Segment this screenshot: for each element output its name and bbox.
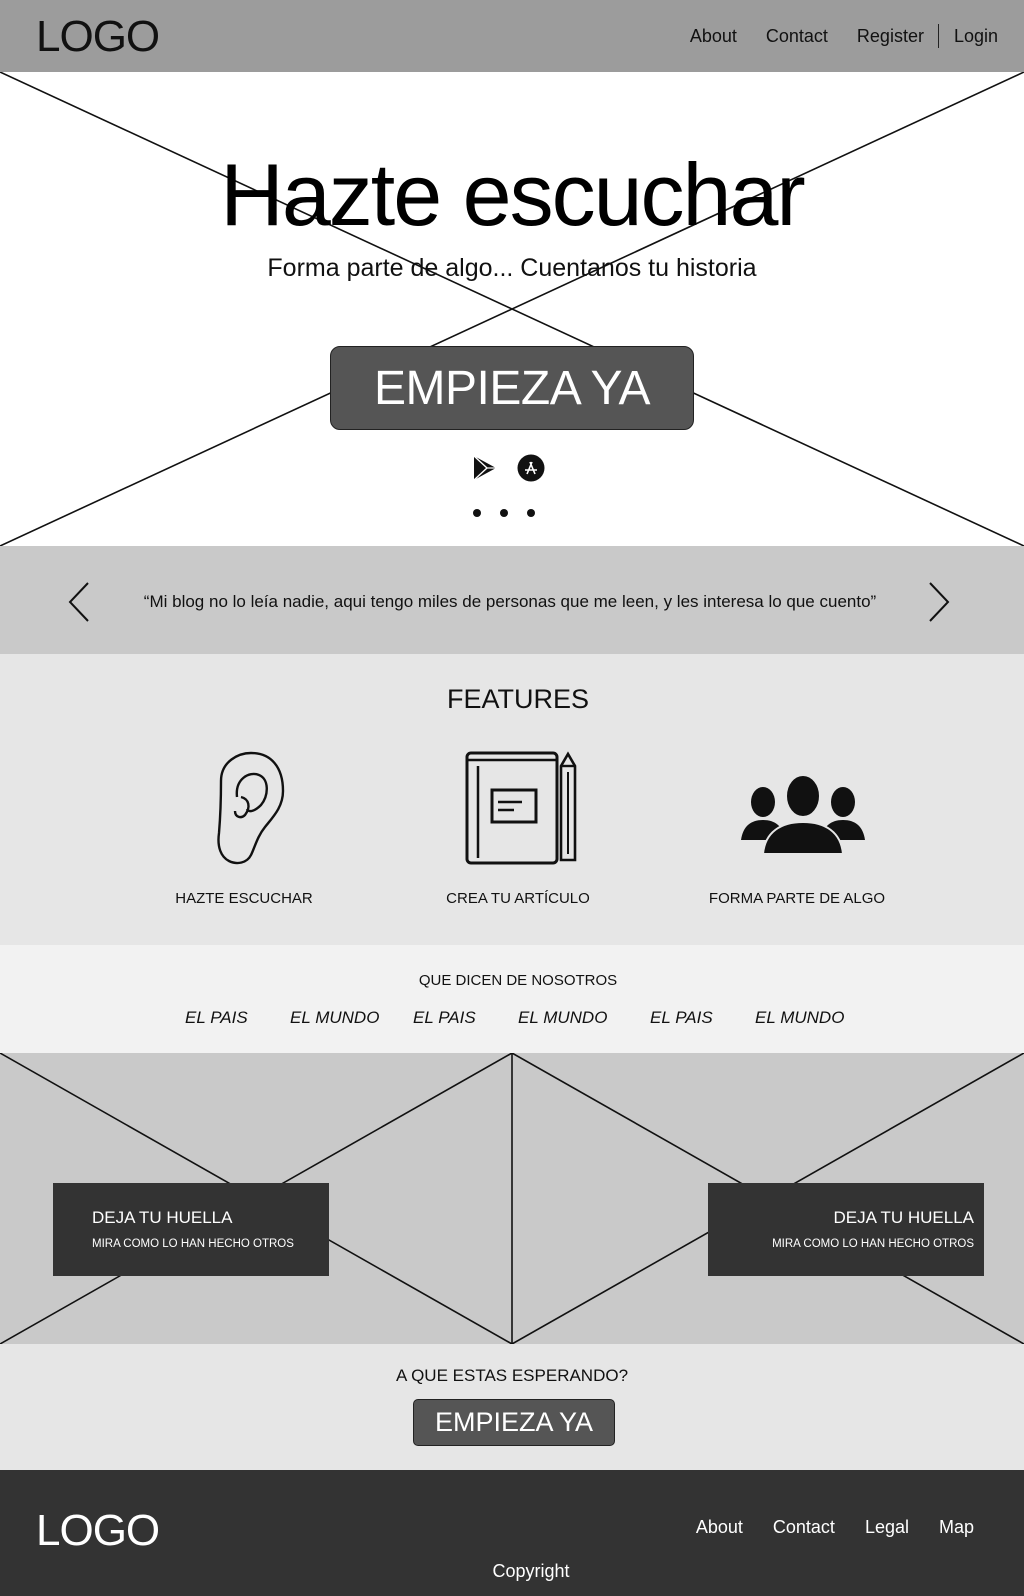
feature-label-hazte-escuchar: HAZTE ESCUCHAR — [175, 890, 313, 907]
nav-contact-link[interactable]: Contact — [766, 26, 828, 47]
carousel-dots — [473, 509, 554, 517]
press-logo: EL MUNDO — [518, 1008, 608, 1027]
app-store-icon[interactable] — [517, 454, 545, 482]
press-logo: EL PAIS — [413, 1008, 476, 1027]
header-logo[interactable]: LOGO — [36, 12, 160, 62]
hero-title: Hazte escuchar — [220, 145, 805, 244]
press-title: QUE DICEN DE NOSOTROS — [418, 972, 618, 989]
nav-divider — [937, 24, 939, 48]
copyright-text: Copyright — [492, 1561, 570, 1581]
group-people-icon — [741, 774, 865, 855]
cta-section: A QUE ESTAS ESPERANDO? EMPIEZA YA — [0, 1344, 1024, 1470]
carousel-dot[interactable] — [500, 509, 508, 517]
chevron-left-icon[interactable] — [66, 580, 92, 624]
chevron-right-icon[interactable] — [926, 580, 952, 624]
footer-legal-link[interactable]: Legal — [865, 1517, 909, 1538]
cta-button[interactable]: EMPIEZA YA — [413, 1399, 615, 1446]
site-footer: LOGO About Contact Legal Map Copyright — [0, 1470, 1024, 1596]
features-title: FEATURES — [446, 684, 589, 714]
notebook-pencil-icon — [465, 751, 577, 865]
hero-cta-button[interactable]: EMPIEZA YA — [330, 346, 694, 430]
footer-nav: About Contact Legal Map — [666, 1517, 974, 1538]
carousel-dot[interactable] — [473, 509, 481, 517]
footer-logo[interactable]: LOGO — [36, 1506, 160, 1556]
testimonial-section: “Mi blog no lo leía nadie, aqui tengo mi… — [0, 546, 1024, 654]
footer-about-link[interactable]: About — [696, 1517, 743, 1538]
hero-section: Hazte escuchar Forma parte de algo... Cu… — [0, 72, 1024, 546]
press-logo: EL MUNDO — [755, 1008, 845, 1027]
showcase-card-title: DEJA TU HUELLA — [833, 1208, 974, 1227]
footer-contact-link[interactable]: Contact — [773, 1517, 835, 1538]
press-section: QUE DICEN DE NOSOTROS EL PAIS EL MUNDO E… — [0, 945, 1024, 1053]
features-section: FEATURES HAZTE ESCUCHAR CREA TU ARTÍCULO… — [0, 654, 1024, 945]
google-play-icon[interactable] — [472, 454, 498, 482]
feature-label-crea-tu-articulo: CREA TU ARTÍCULO — [446, 890, 590, 907]
press-logo: EL PAIS — [185, 1008, 248, 1027]
nav-register-link[interactable]: Register — [857, 26, 924, 47]
showcase-card-subtitle: MIRA COMO LO HAN HECHO OTROS — [92, 1238, 294, 1250]
showcase-section: DEJA TU HUELLA MIRA COMO LO HAN HECHO OT… — [0, 1053, 1024, 1344]
nav-about-link[interactable]: About — [690, 26, 737, 47]
site-header: LOGO About Contact Register Login — [0, 0, 1024, 72]
footer-map-link[interactable]: Map — [939, 1517, 974, 1538]
showcase-card-title: DEJA TU HUELLA — [92, 1208, 233, 1227]
hero-subtitle: Forma parte de algo... Cuentanos tu hist… — [267, 254, 757, 282]
cta-question: A QUE ESTAS ESPERANDO? — [395, 1366, 629, 1385]
showcase-card-subtitle: MIRA COMO LO HAN HECHO OTROS — [772, 1238, 974, 1250]
carousel-dot[interactable] — [527, 509, 535, 517]
showcase-card-left[interactable]: DEJA TU HUELLA MIRA COMO LO HAN HECHO OT… — [53, 1183, 329, 1276]
testimonial-quote: “Mi blog no lo leía nadie, aqui tengo mi… — [143, 592, 877, 611]
press-logo: EL MUNDO — [290, 1008, 380, 1027]
showcase-card-right[interactable]: DEJA TU HUELLA MIRA COMO LO HAN HECHO OT… — [708, 1183, 984, 1276]
feature-label-forma-parte: FORMA PARTE DE ALGO — [708, 890, 886, 907]
ear-icon — [217, 751, 285, 865]
header-nav: About Contact Register Login — [661, 24, 998, 48]
nav-login-link[interactable]: Login — [954, 26, 998, 47]
press-logo: EL PAIS — [650, 1008, 713, 1027]
